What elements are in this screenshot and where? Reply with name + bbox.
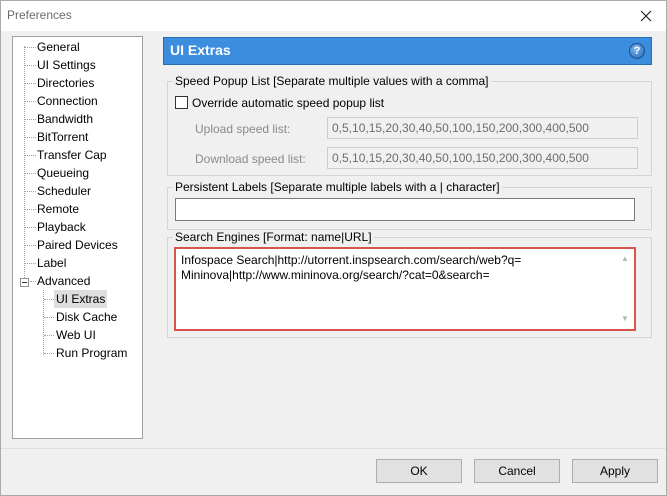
sidebar-item-transfer-cap[interactable]: Transfer Cap — [35, 146, 109, 164]
tree-connector — [44, 353, 54, 354]
apply-button[interactable]: Apply — [572, 459, 658, 483]
preferences-tree: General UI Settings Directories Connecti… — [12, 36, 143, 439]
tree-connector — [44, 335, 54, 336]
panel-header: UI Extras ? — [163, 37, 652, 65]
title-bar: Preferences — [1, 1, 666, 31]
tree-connector — [44, 299, 54, 300]
ok-button[interactable]: OK — [376, 459, 462, 483]
advanced-collapse-toggle[interactable] — [20, 278, 29, 287]
cancel-button[interactable]: Cancel — [474, 459, 560, 483]
textarea-scrollbar[interactable]: ▲ ▼ — [618, 251, 632, 327]
sidebar-item-ui-settings[interactable]: UI Settings — [35, 56, 98, 74]
preferences-window: Preferences General UI Settings Director… — [0, 0, 667, 496]
footer-divider — [1, 448, 666, 449]
search-engine-entry: Mininova|http://www.mininova.org/search/… — [181, 268, 490, 282]
persistent-labels-group-label: Persistent Labels [Separate multiple lab… — [173, 180, 502, 194]
sidebar-item-run-program[interactable]: Run Program — [54, 344, 129, 362]
sidebar-item-general[interactable]: General — [35, 38, 82, 56]
sidebar-item-paired-devices[interactable]: Paired Devices — [35, 236, 120, 254]
search-engines-group-label: Search Engines [Format: name|URL] — [173, 230, 374, 244]
scroll-up-icon[interactable]: ▲ — [620, 254, 630, 264]
sidebar-item-connection[interactable]: Connection — [35, 92, 100, 110]
download-speed-input[interactable]: 0,5,10,15,20,30,40,50,100,150,200,300,40… — [327, 147, 638, 169]
search-engines-textarea[interactable]: Infospace Search|http://utorrent.inspsea… — [174, 247, 636, 331]
sidebar-item-remote[interactable]: Remote — [35, 200, 81, 218]
window-title: Preferences — [7, 8, 72, 22]
sidebar-item-queueing[interactable]: Queueing — [35, 164, 91, 182]
override-speed-checkbox[interactable] — [175, 96, 188, 109]
sidebar-item-web-ui[interactable]: Web UI — [54, 326, 98, 344]
upload-speed-input[interactable]: 0,5,10,15,20,30,40,50,100,150,200,300,40… — [327, 117, 638, 139]
panel-title: UI Extras — [170, 42, 231, 58]
upload-speed-label: Upload speed list: — [195, 122, 291, 136]
sidebar-item-ui-extras[interactable]: UI Extras — [54, 290, 108, 308]
help-icon[interactable]: ? — [629, 43, 645, 59]
sidebar-item-bandwidth[interactable]: Bandwidth — [35, 110, 95, 128]
sidebar-item-directories[interactable]: Directories — [35, 74, 96, 92]
sidebar-item-bittorrent[interactable]: BitTorrent — [35, 128, 90, 146]
close-icon — [640, 10, 652, 22]
speed-popup-group-label: Speed Popup List [Separate multiple valu… — [173, 74, 491, 88]
sidebar-item-scheduler[interactable]: Scheduler — [35, 182, 93, 200]
sidebar-item-advanced[interactable]: Advanced — [35, 272, 92, 290]
close-button[interactable] — [626, 1, 666, 31]
sidebar-item-disk-cache[interactable]: Disk Cache — [54, 308, 119, 326]
persistent-labels-input[interactable] — [175, 198, 635, 221]
tree-guide-line — [24, 46, 25, 282]
search-engine-entry: Infospace Search|http://utorrent.inspsea… — [181, 253, 522, 267]
download-speed-label: Download speed list: — [195, 152, 306, 166]
tree-connector — [44, 317, 54, 318]
sidebar-item-playback[interactable]: Playback — [35, 218, 88, 236]
override-speed-label: Override automatic speed popup list — [192, 96, 385, 110]
scroll-down-icon[interactable]: ▼ — [620, 314, 630, 324]
sidebar-item-label[interactable]: Label — [35, 254, 68, 272]
